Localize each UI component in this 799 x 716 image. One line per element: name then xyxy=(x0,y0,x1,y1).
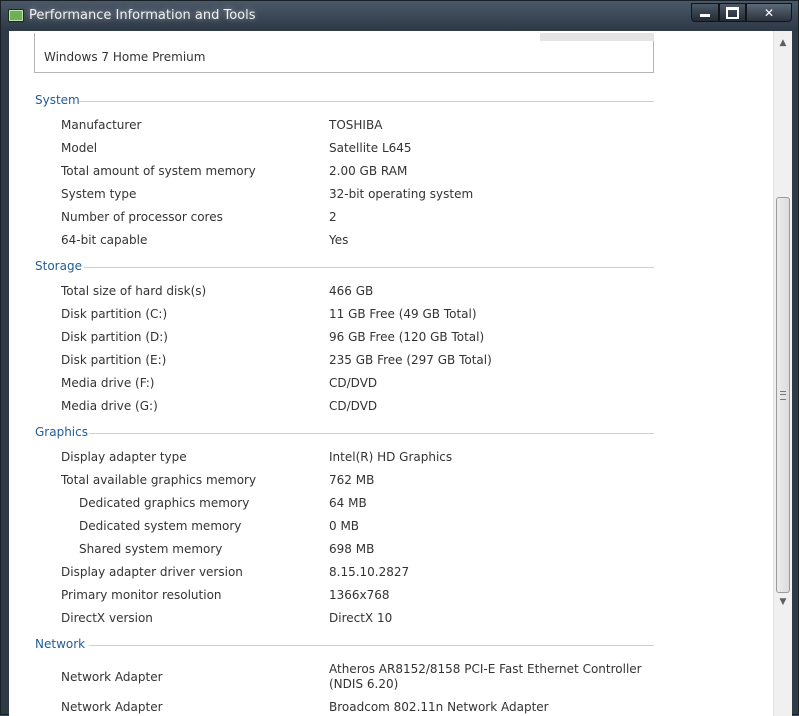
windows-edition: Windows 7 Home Premium xyxy=(44,50,206,64)
close-icon: ✕ xyxy=(763,5,775,20)
row-value: Atheros AR8152/8158 PCI-E Fast Ethernet … xyxy=(329,662,642,691)
row-value: Satellite L645 xyxy=(329,141,412,155)
row-label: DirectX version xyxy=(61,611,153,625)
row-label: Shared system memory xyxy=(79,542,223,556)
row-value: Yes xyxy=(329,233,349,247)
row-label: Disk partition (C:) xyxy=(61,307,168,321)
close-button[interactable]: ✕ xyxy=(746,3,792,22)
row-label: Total size of hard disk(s) xyxy=(61,284,207,298)
row-value: DirectX 10 xyxy=(329,611,393,625)
row-value: 2.00 GB RAM xyxy=(329,164,408,178)
row-value: 64 MB xyxy=(329,496,367,510)
row-value: 32-bit operating system xyxy=(329,187,474,201)
edition-box-strip xyxy=(540,33,654,41)
row-value: 11 GB Free (49 GB Total) xyxy=(329,307,477,321)
title-bar[interactable]: Performance Information and Tools ✕ xyxy=(1,1,798,30)
section-title-graphics: Graphics xyxy=(35,425,88,439)
row-label: Display adapter type xyxy=(61,450,187,464)
vertical-scrollbar[interactable]: ▲ ▼ xyxy=(773,31,792,716)
row-value: CD/DVD xyxy=(329,376,378,390)
row-label: Manufacturer xyxy=(61,118,142,132)
row-label: Total available graphics memory xyxy=(61,473,257,487)
row-label: Number of processor cores xyxy=(61,210,223,224)
row-label: Model xyxy=(61,141,98,155)
row-label: Total amount of system memory xyxy=(61,164,256,178)
window-title: Performance Information and Tools xyxy=(29,8,256,23)
row-label: Network Adapter xyxy=(61,670,163,684)
row-label: Dedicated graphics memory xyxy=(79,496,250,510)
row-value: 762 MB xyxy=(329,473,375,487)
row-value: Broadcom 802.11n Network Adapter xyxy=(329,700,549,714)
row-label: Primary monitor resolution xyxy=(61,588,222,602)
section-title-system: System xyxy=(35,93,80,107)
scroll-down-arrow-icon[interactable]: ▼ xyxy=(777,596,789,608)
row-value: 0 MB xyxy=(329,519,360,533)
section-divider xyxy=(89,645,654,646)
performance-window: Performance Information and Tools ✕ Wind… xyxy=(0,0,799,716)
section-title-storage: Storage xyxy=(35,259,82,273)
maximize-icon xyxy=(726,6,739,19)
row-label: Media drive (F:) xyxy=(61,376,155,390)
performance-app-icon xyxy=(8,9,24,22)
row-label: System type xyxy=(61,187,137,201)
row-value: 2 xyxy=(329,210,337,224)
row-value: CD/DVD xyxy=(329,399,378,413)
row-value: 466 GB xyxy=(329,284,374,298)
row-label: Disk partition (E:) xyxy=(61,353,167,367)
row-label: Display adapter driver version xyxy=(61,565,243,579)
minimize-icon xyxy=(700,14,710,17)
section-divider xyxy=(79,101,654,102)
maximize-button[interactable] xyxy=(719,3,746,22)
section-divider xyxy=(89,433,654,434)
row-value: 698 MB xyxy=(329,542,375,556)
row-label: Network Adapter xyxy=(61,700,163,714)
row-value: 1366x768 xyxy=(329,588,390,602)
row-value: 235 GB Free (297 GB Total) xyxy=(329,353,492,367)
row-value: TOSHIBA xyxy=(329,118,383,132)
row-label: Media drive (G:) xyxy=(61,399,158,413)
row-label: Dedicated system memory xyxy=(79,519,242,533)
section-divider xyxy=(84,267,654,268)
row-value: 96 GB Free (120 GB Total) xyxy=(329,330,485,344)
scrollbar-thumb[interactable] xyxy=(776,197,790,593)
grip-icon xyxy=(780,391,786,400)
minimize-button[interactable] xyxy=(691,3,719,22)
row-label: Disk partition (D:) xyxy=(61,330,168,344)
content-area: Windows 7 Home Premium System Manufactur… xyxy=(9,31,792,716)
scroll-up-arrow-icon[interactable]: ▲ xyxy=(777,37,789,49)
row-label: 64-bit capable xyxy=(61,233,148,247)
section-title-network: Network xyxy=(35,637,86,651)
row-value: Intel(R) HD Graphics xyxy=(329,450,453,464)
edition-box: Windows 7 Home Premium xyxy=(34,33,654,73)
row-value: 8.15.10.2827 xyxy=(329,565,410,579)
